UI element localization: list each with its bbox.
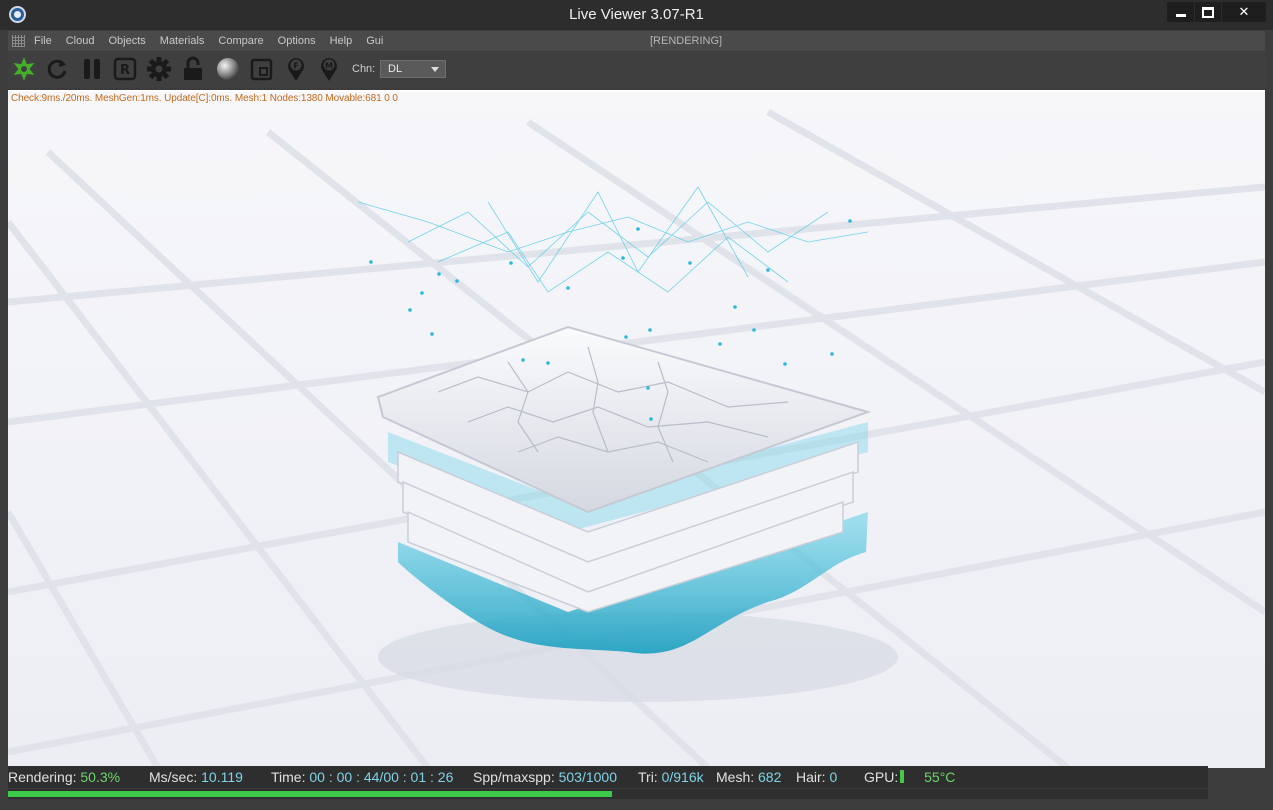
menu-compare[interactable]: Compare — [218, 35, 263, 47]
crop-region-icon — [250, 58, 273, 81]
menu-help[interactable]: Help — [330, 35, 353, 47]
mssec-stat: Ms/sec: 10.119 — [149, 769, 243, 785]
render-image — [8, 92, 1265, 768]
spp-label: Spp/maxspp: — [473, 769, 555, 785]
channel-select-value: DL — [388, 63, 403, 75]
channel-label: Chn: — [352, 63, 376, 75]
status-bar: Rendering: 50.3% Ms/sec: 10.119 Time: 00… — [8, 766, 1208, 788]
chevron-down-icon — [431, 67, 439, 72]
menu-items: File Cloud Objects Materials Compare Opt… — [34, 35, 397, 47]
menu-materials[interactable]: Materials — [160, 35, 205, 47]
render-progress-fill — [8, 791, 612, 797]
material-pin-icon: M — [321, 58, 337, 81]
menu-objects[interactable]: Objects — [108, 35, 145, 47]
focus-picker-button[interactable]: F — [283, 56, 309, 82]
refresh-button[interactable] — [44, 56, 70, 82]
pause-button[interactable] — [79, 56, 105, 82]
menu-options[interactable]: Options — [278, 35, 316, 47]
tri-stat: Tri: 0/916k — [638, 769, 704, 785]
debug-stats-line: Check:9ms./20ms. MeshGen:1ms. Update[C]:… — [11, 93, 398, 104]
region-render-icon: R — [113, 57, 137, 81]
window-bottom-edge — [0, 800, 1273, 810]
gpu-temp: 55°C — [924, 769, 956, 785]
window-title: Live Viewer 3.07-R1 — [569, 6, 704, 23]
svg-text:M: M — [325, 62, 333, 71]
hair-stat: Hair: 0 — [796, 769, 837, 785]
maximize-button[interactable] — [1195, 2, 1221, 22]
gpu-stat: GPU: 55°C — [864, 769, 955, 785]
svg-text:R: R — [120, 63, 130, 78]
rendering-label: Rendering: — [8, 769, 77, 785]
hair-label: Hair: — [796, 769, 826, 785]
channel-select[interactable]: DL — [380, 60, 446, 78]
menu-grip-icon[interactable] — [12, 35, 25, 47]
maximize-icon — [1202, 6, 1214, 18]
settings-button[interactable] — [146, 56, 172, 82]
render-start-button[interactable] — [11, 56, 37, 82]
menu-file[interactable]: File — [34, 35, 52, 47]
render-start-icon — [13, 57, 35, 81]
mesh-stat: Mesh: 682 — [716, 769, 781, 785]
refresh-icon — [47, 59, 67, 79]
mesh-value: 682 — [758, 769, 782, 785]
title-bar: Live Viewer 3.07-R1 ✕ — [0, 0, 1273, 30]
menu-bar: File Cloud Objects Materials Compare Opt… — [8, 31, 1265, 51]
render-progress — [8, 789, 1208, 799]
menu-cloud[interactable]: Cloud — [66, 35, 95, 47]
hair-value: 0 — [829, 769, 838, 785]
close-icon: ✕ — [1238, 4, 1250, 20]
tri-label: Tri: — [638, 769, 658, 785]
spp-stat: Spp/maxspp: 503/1000 — [473, 769, 617, 785]
time-label: Time: — [271, 769, 306, 785]
focus-pin-icon: F — [288, 58, 304, 81]
material-picker-button[interactable]: M — [316, 56, 342, 82]
spp-value: 503/1000 — [558, 769, 618, 785]
material-preview-button[interactable] — [215, 56, 241, 82]
svg-text:F: F — [293, 62, 298, 71]
mssec-value: 10.119 — [201, 769, 243, 785]
material-sphere-icon — [217, 58, 239, 80]
mesh-label: Mesh: — [716, 769, 755, 785]
pause-icon — [84, 59, 100, 79]
close-button[interactable]: ✕ — [1222, 2, 1266, 22]
crop-region-button[interactable] — [249, 56, 275, 82]
mssec-label: Ms/sec: — [149, 769, 198, 785]
rendering-value: 50.3% — [80, 769, 121, 785]
lock-button[interactable] — [180, 56, 206, 82]
rendering-stat: Rendering: 50.3% — [8, 769, 120, 785]
render-viewport[interactable]: Check:9ms./20ms. MeshGen:1ms. Update[C]:… — [8, 90, 1265, 768]
lock-icon — [184, 56, 202, 80]
menu-gui[interactable]: Gui — [366, 35, 383, 47]
settings-gear-icon — [147, 57, 171, 81]
region-render-button[interactable]: R — [112, 56, 138, 82]
gpu-label: GPU: — [864, 769, 899, 785]
render-state-label: [RENDERING] — [650, 35, 723, 47]
tri-value: 0/916k — [661, 769, 704, 785]
time-value: 00 : 00 : 44/00 : 01 : 26 — [309, 769, 454, 785]
time-stat: Time: 00 : 00 : 44/00 : 01 : 26 — [271, 769, 453, 785]
gpu-load-bar — [900, 770, 905, 783]
minimize-button[interactable] — [1167, 2, 1194, 22]
minimize-icon — [1175, 13, 1186, 17]
toolbar: R F M Chn: DL — [8, 52, 1265, 88]
